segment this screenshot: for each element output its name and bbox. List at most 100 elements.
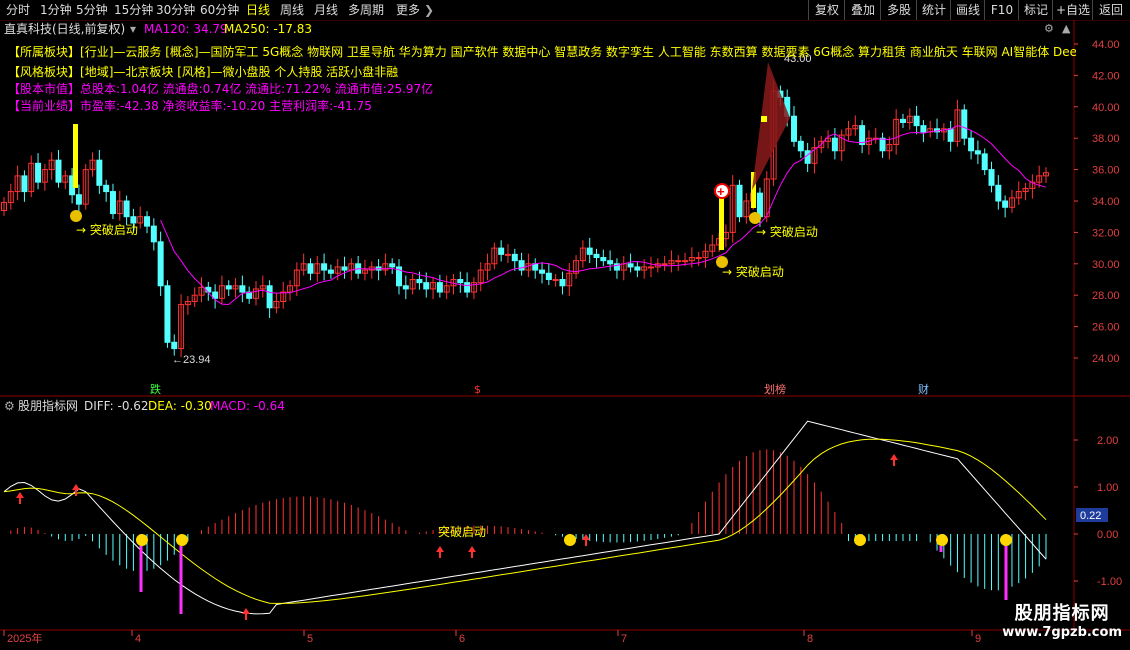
candle-body [416,279,423,284]
smiley-icon [854,534,866,546]
collapse-icon[interactable]: ▲ [1062,22,1070,35]
candle-body [981,153,988,171]
date-tick-label: 6 [459,633,465,645]
price-tick-label: 36.00 [1092,165,1120,177]
candle-body [586,247,593,255]
info-capital: 【股本市值】总股本:1.04亿 流通盘:0.74亿 流通比:71.22% 流通市… [8,82,434,96]
smiley-icon [136,534,148,546]
info-style: 【风格板块】[地域]—北京板块 [风格]—微小盘股 个人持股 活跃小盘非融 [8,65,399,79]
spike-marker [761,116,767,122]
candle-body [831,137,838,152]
candle-body [961,109,968,139]
candle-body [920,125,927,133]
smiley-icon [564,534,576,546]
diff-label: DIFF: -0.62 [84,399,149,413]
date-tick-label: 2025年 [7,631,42,645]
macd-signal-label: 突破启动 [438,524,486,539]
signal-bar-yellow [719,198,724,250]
candle-body [559,279,566,287]
date-tick-label: 8 [807,633,813,645]
up-arrow-icon [16,492,24,504]
candle-body [695,257,702,260]
up-arrow-icon [242,608,250,620]
candle-body [634,266,641,271]
money-bag-icon [70,210,82,222]
price-tick-label: 44.00 [1092,39,1120,51]
site-watermark: 股朋指标网 www.7gpzb.com [1002,603,1122,640]
candle-body [647,266,654,269]
stock-title: 直真科技(日线,前复权) [4,22,126,36]
candle-body [164,285,171,343]
price-tick-label: 42.00 [1092,70,1120,82]
candle-body [109,191,116,215]
dea-line [3,438,1047,604]
candle-body [75,194,82,205]
candle-body [1002,200,1009,208]
low-price-label: ←23.94 [172,354,211,366]
info-sector: 【所属板块】[行业]—云服务 [概念]—国防军工 5G概念 物联网 卫星导航 华… [8,45,1076,59]
candle-body [804,150,811,164]
candle-body [627,263,634,268]
candle-body [150,225,157,243]
candle-body [736,184,743,218]
diff-line [3,420,1047,615]
candle-body [552,279,559,281]
candle-body [239,285,246,293]
ma250-label: MA250: -17.83 [224,22,313,36]
candle-body [504,253,511,256]
candle-body [511,253,518,262]
event-mark: 划榜 [764,382,786,396]
candle-body [995,184,1002,202]
up-arrow-icon [890,454,898,466]
candle-body [913,115,920,127]
plus-symbol: + [717,184,725,199]
dropdown-icon[interactable]: ▾ [130,21,136,37]
candle-body [321,263,328,271]
price-tick-label: 40.00 [1092,102,1120,114]
current-value-label: 0.22 [1080,510,1101,522]
candle-body [464,282,471,293]
event-mark: 跌 [150,382,161,396]
money-bag-icon [749,212,761,224]
price-tick-label: 24.00 [1092,353,1120,365]
candle-body [545,272,552,281]
smiley-icon [1000,534,1012,546]
dea-label: DEA: -0.30 [148,399,212,413]
indicator-settings-icon[interactable]: ⚙ [4,398,15,414]
up-arrow-icon [468,546,476,558]
candle-body [859,125,866,145]
candle-body [968,137,975,152]
candle-body [402,285,409,290]
candle-body [661,263,668,266]
event-mark: $ [474,383,481,396]
candle-body [103,184,110,193]
candle-body [539,269,546,274]
candle-body [35,162,42,183]
candle-body [327,269,334,274]
candle-body [879,137,886,152]
candle-body [157,241,164,287]
candle-body [55,159,62,183]
candle-body [436,282,443,293]
date-tick-label: 4 [135,633,141,645]
candle-body [607,260,614,265]
ma-line [160,125,1047,306]
candle-body [593,253,600,259]
ma120-label: MA120: 34.79 [144,22,228,36]
smiley-icon [176,534,188,546]
candle-body [791,115,798,142]
candle-body [797,140,804,152]
candle-body [600,257,607,262]
macd-tick-label: 0.00 [1097,529,1118,541]
date-tick-label: 9 [975,633,981,645]
candle-body [518,260,525,271]
up-arrow-icon [436,546,444,558]
settings-icon[interactable]: ⚙ [1044,22,1054,35]
candle-body [144,216,151,227]
candle-body [171,341,178,350]
candle-body [498,247,505,255]
price-tick-label: 30.00 [1092,259,1120,271]
price-tick-label: 32.00 [1092,227,1120,239]
macd-tick-label: 2.00 [1097,435,1118,447]
macd-tick-label: -1.00 [1097,576,1122,588]
